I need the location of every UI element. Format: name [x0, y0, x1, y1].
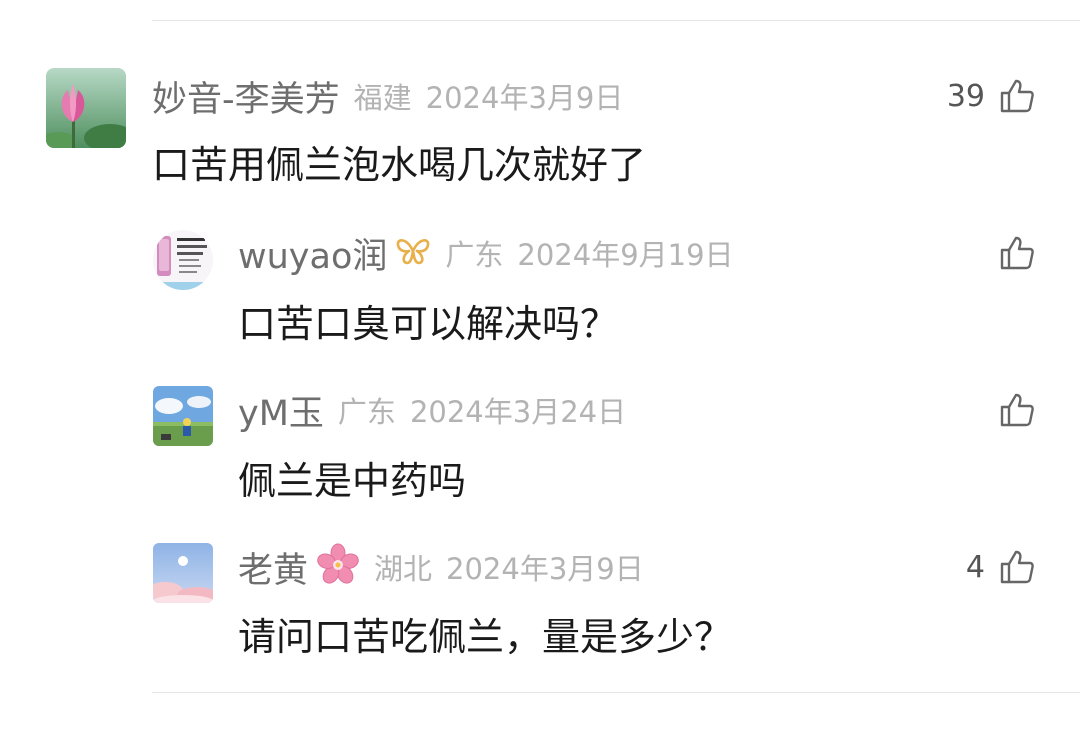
reply-text: 请问口苦吃佩兰，量是多少？	[238, 615, 733, 659]
reply-region: 湖北	[374, 552, 433, 586]
cherry-blossom-icon	[316, 543, 360, 591]
avatar[interactable]	[46, 68, 126, 148]
thumbs-up-icon	[999, 549, 1035, 585]
lotus-avatar-image	[46, 68, 126, 148]
comment-region: 福建	[353, 81, 412, 115]
thumbs-up-icon	[999, 392, 1035, 428]
reply-region: 广东	[445, 238, 504, 272]
thumbs-up-icon	[999, 235, 1035, 271]
like-button[interactable]	[999, 388, 1035, 432]
avatar[interactable]	[153, 386, 213, 446]
reply-meta: 老黄 湖北 2024年3月9日	[238, 543, 644, 591]
thumbs-up-icon	[999, 78, 1035, 114]
reply-region: 广东	[337, 395, 396, 429]
top-divider	[152, 20, 1080, 21]
comment-meta: 妙音-李美芳 福建 2024年3月9日	[152, 74, 624, 120]
moon-sky-avatar-image	[153, 543, 213, 603]
comment-date: 2024年3月9日	[425, 81, 624, 115]
avatar[interactable]	[153, 543, 213, 603]
reply-date: 2024年3月24日	[409, 395, 627, 429]
like-button[interactable]: 4	[966, 545, 1035, 589]
sky-field-avatar-image	[153, 386, 213, 446]
like-count: 4	[965, 549, 985, 585]
like-count: 39	[946, 78, 985, 114]
reply-author-name[interactable]: wuyao润	[238, 228, 387, 279]
reply-text: 佩兰是中药吗	[238, 459, 467, 503]
comment-author-name[interactable]: 妙音-李美芳	[152, 71, 340, 122]
reply-meta: yM玉 广东 2024年3月24日	[238, 388, 627, 434]
butterfly-icon	[395, 236, 431, 270]
reply-author-name[interactable]: yM玉	[238, 385, 324, 436]
comment-text: 口苦用佩兰泡水喝几次就好了	[152, 143, 647, 187]
reply-date: 2024年3月9日	[446, 552, 644, 586]
reply-text: 口苦口臭可以解决吗？	[238, 302, 619, 346]
reply-author-name[interactable]: 老黄	[238, 542, 308, 593]
phone-ad-avatar-image	[153, 230, 213, 290]
like-button[interactable]: 39	[947, 74, 1035, 118]
like-button[interactable]	[999, 231, 1035, 275]
bottom-divider	[152, 692, 1080, 693]
reply-meta: wuyao润 广东 2024年9月19日	[238, 231, 734, 277]
avatar[interactable]	[153, 230, 213, 290]
reply-date: 2024年9月19日	[517, 238, 734, 272]
